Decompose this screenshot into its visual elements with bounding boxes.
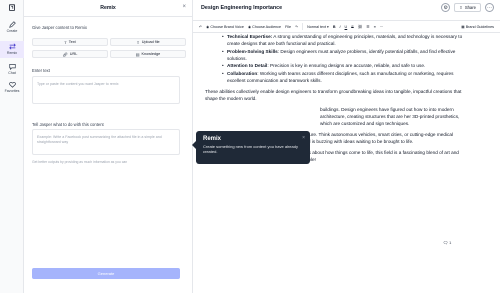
underline-icon[interactable]: U [345, 25, 348, 29]
remix-panel: Remix × Give Jasper content to Remix T T… [24, 0, 193, 293]
list-item: Problem-Solving Skills: Design engineers… [222, 48, 465, 62]
source-url-button[interactable]: 🔗︎ URL [32, 50, 108, 58]
link-icon[interactable]: ⛓ [358, 25, 363, 29]
source-label: Text [68, 40, 76, 44]
brand-guidelines-button[interactable]: ▦ Brand Guidelines [461, 25, 494, 29]
give-content-label: Give Jasper content to Remix [32, 25, 87, 30]
bullet-term: Technical Expertise: [227, 34, 273, 39]
guidelines-icon: ▦ [461, 24, 465, 29]
panel-title: Remix [100, 5, 116, 11]
share-icon: ⇧ [459, 5, 463, 10]
audience-dropdown[interactable]: ◉ Choose Audience [248, 25, 281, 29]
brand-voice-label: Choose Brand Voice [210, 24, 244, 29]
generate-label: Generate [97, 271, 115, 276]
source-upload-button[interactable]: ⇪ Upload file [110, 38, 186, 46]
audience-icon: ◉ [247, 24, 252, 29]
compose-icon [8, 21, 16, 28]
bullet-text: : Precision is key in ensuring designs a… [267, 63, 426, 68]
bullet-term: Attention to Detail [227, 63, 268, 68]
tooltip-body: Create something new from content you ha… [203, 144, 298, 155]
list-item: Technical Expertise: A strong understand… [222, 33, 465, 47]
list-item: Attention to Detail: Precision is key in… [222, 62, 465, 69]
file-menu[interactable]: File [285, 25, 291, 29]
close-icon[interactable]: × [302, 135, 305, 141]
rail-item-chat[interactable]: Chat [0, 63, 24, 75]
book-icon: ▤ [135, 51, 140, 57]
share-label: Share [464, 5, 476, 10]
enter-text-placeholder: Type or paste the content you want Jaspe… [37, 82, 119, 86]
share-button[interactable]: ⇧ Share [454, 3, 481, 12]
chevron-down-icon: ▾ [326, 24, 329, 29]
editor-toolbar: ↶ ◉ Choose Brand Voice ◉ Choose Audience… [193, 20, 500, 33]
file-label: File [285, 24, 292, 29]
helper-hint: Get better outputs by providing as much … [32, 160, 128, 164]
settings-icon[interactable]: ⚙ [441, 3, 451, 12]
top-actions: ⚙ ⇧ Share ⋯ [441, 3, 494, 12]
comment-count: 1 [449, 240, 452, 245]
text-icon: T [64, 39, 67, 45]
text-style-dropdown[interactable]: Normal text ▾ [307, 25, 329, 29]
source-label: Upload file [141, 40, 160, 44]
strikethrough-icon[interactable]: S [351, 25, 353, 29]
source-text-button[interactable]: T Text [32, 38, 108, 46]
panel-header: Remix × [24, 0, 192, 17]
source-knowledge-button[interactable]: ▤ Knowledge [110, 50, 186, 58]
numbered-list-icon[interactable]: ≡ [374, 25, 376, 29]
undo-icon[interactable]: ↶ [199, 25, 202, 29]
left-rail: Create Remix Chat Favorites [0, 0, 24, 293]
remix-icon [8, 43, 16, 50]
audience-label: Choose Audience [252, 24, 282, 29]
list-item: Collaboration: Working with teams across… [222, 70, 465, 84]
more-icon[interactable]: ⋯ [485, 3, 494, 12]
enter-text-label: Enter text [32, 68, 50, 73]
rail-item-label: Chat [8, 71, 16, 75]
rail-item-label: Remix [6, 51, 18, 55]
comment-icon: 🗨︎ [443, 240, 449, 245]
chat-icon [8, 64, 16, 70]
divider [302, 23, 304, 30]
tell-jasper-label: Tell Jasper what to do with this content [32, 122, 104, 127]
instructions-field[interactable]: Example: Write a Facebook post summarizi… [32, 129, 180, 155]
rail-item-label: Favorites [4, 89, 20, 93]
app-window: Create Remix Chat Favorites Remix × Give… [0, 0, 500, 293]
document-title[interactable]: Design Engineering Importance [201, 5, 282, 11]
voice-icon: ◉ [206, 24, 210, 29]
bullet-text: : Working with teams across different di… [227, 70, 454, 83]
comment-badge[interactable]: 🗨︎ 1 [443, 240, 451, 245]
rail-item-create[interactable]: Create [0, 21, 24, 33]
style-label: Normal text [307, 24, 326, 29]
source-label: Knowledge [141, 52, 161, 56]
more-options-icon[interactable]: ⋯ [380, 25, 384, 29]
remix-tooltip: Remix Create something new from content … [192, 131, 310, 164]
upload-icon: ⇪ [136, 39, 140, 45]
heart-icon [8, 82, 16, 88]
rail-item-label: Create [6, 29, 18, 33]
paragraph: These abilities collectively enable desi… [205, 88, 462, 101]
italic-icon[interactable]: I [340, 25, 341, 29]
bullet-term: Problem-Solving Skills [227, 48, 278, 54]
instructions-placeholder: Example: Write a Facebook post summarizi… [37, 135, 162, 144]
brand-voice-dropdown[interactable]: ◉ Choose Brand Voice [206, 25, 244, 29]
rail-item-remix[interactable]: Remix [0, 41, 24, 58]
bold-icon[interactable]: B [333, 25, 336, 29]
redo-icon[interactable]: ↷ [295, 25, 298, 29]
source-label: URL [69, 52, 78, 56]
bullet-term: Collaboration [227, 70, 258, 76]
skills-list: Technical Expertise: A strong understand… [222, 33, 465, 84]
bullet-list-icon[interactable]: ☰ [366, 25, 369, 29]
close-icon[interactable]: × [182, 4, 186, 10]
rail-item-favorites[interactable]: Favorites [0, 81, 24, 93]
link-icon: 🔗︎ [62, 51, 68, 57]
jasper-logo-icon[interactable] [0, 4, 24, 12]
paragraph: buildings. Design engineers have figured… [320, 106, 460, 126]
guidelines-label: Brand Guidelines [465, 24, 494, 29]
generate-button[interactable]: Generate [32, 268, 180, 279]
enter-text-field[interactable]: Type or paste the content you want Jaspe… [32, 76, 180, 104]
tooltip-title: Remix [203, 136, 222, 142]
